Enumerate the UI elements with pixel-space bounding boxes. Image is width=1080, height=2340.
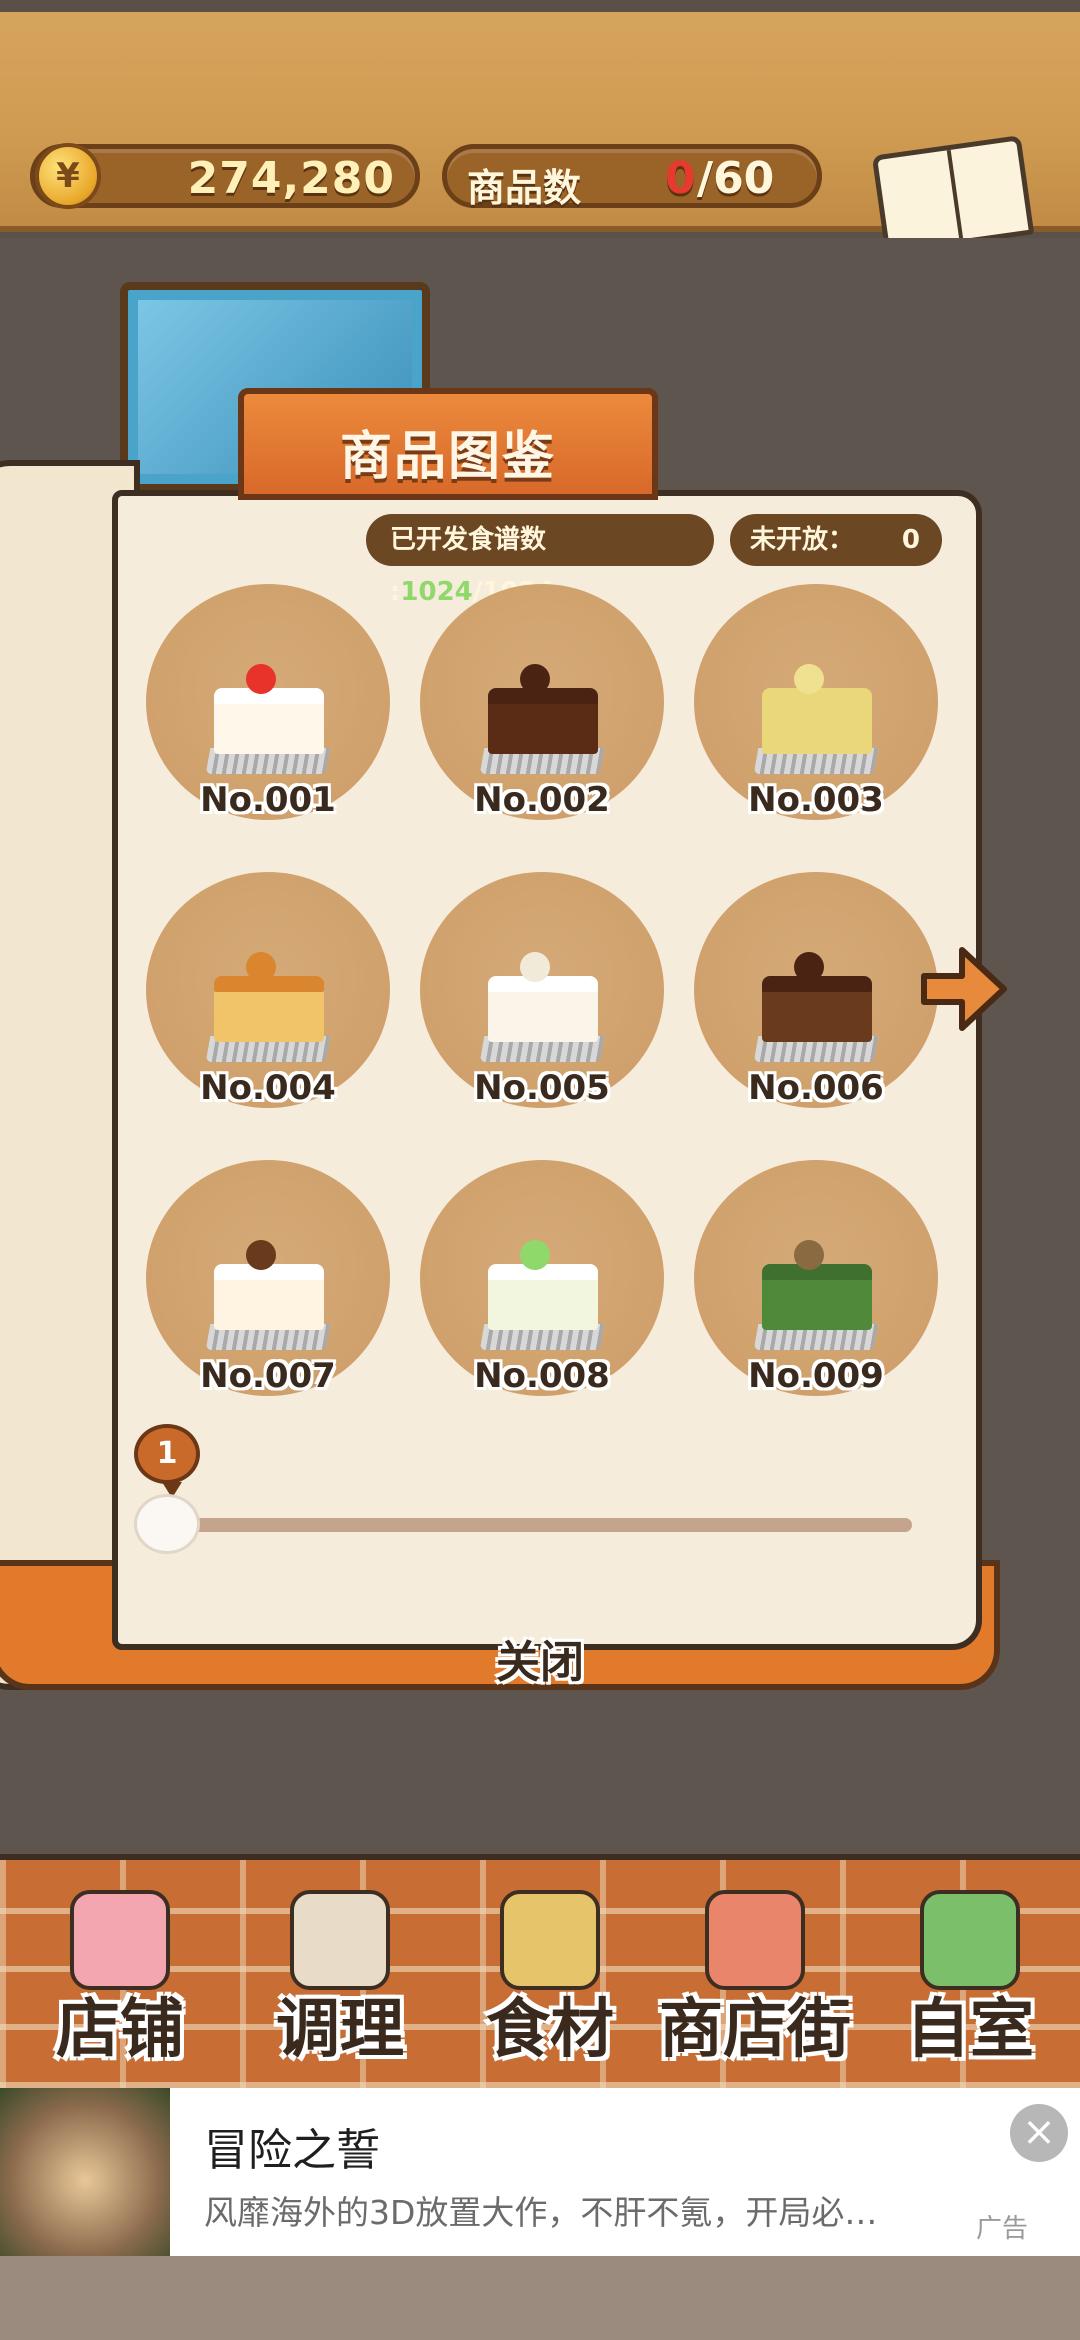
ad-description[interactable]: 风靡海外的3D放置大作，不肝不氪，开局必… <box>204 2186 924 2234</box>
goods-max: /60 <box>697 153 775 204</box>
staff-only-sign-icon <box>920 1890 1020 1990</box>
strawberry-shortcake-icon <box>205 664 331 774</box>
product-slot[interactable]: No.006 <box>694 872 938 1132</box>
ad-thumbnail[interactable] <box>0 2088 170 2256</box>
bottom-strip <box>0 2256 1080 2340</box>
coin-icon: ¥ <box>35 143 101 209</box>
product-slot[interactable]: No.007 <box>146 1160 390 1420</box>
goods-count: 0 <box>665 153 696 204</box>
product-number: No.004 <box>200 1068 336 1108</box>
chocolate-cheesecake-icon <box>753 952 879 1062</box>
close-button[interactable]: 关闭 <box>470 1626 610 1688</box>
melon-shortcake-icon <box>479 1240 605 1350</box>
product-slot[interactable]: No.003 <box>694 584 938 844</box>
product-slot[interactable]: No.001 <box>146 584 390 844</box>
product-slot[interactable]: No.008 <box>420 1160 664 1420</box>
money-value: 274,280 <box>187 153 395 204</box>
product-number: No.007 <box>200 1356 336 1396</box>
catalog-title-tab: 商品图鉴 <box>238 388 658 500</box>
cake-icon <box>70 1890 170 1990</box>
page-number-bubble: 1 <box>134 1424 200 1498</box>
nav-label: 商店街 <box>659 1993 851 2067</box>
product-number: No.009 <box>748 1356 884 1396</box>
page-slider-thumb[interactable] <box>134 1494 200 1554</box>
nav-label: 调理 <box>276 1993 404 2067</box>
product-number: No.002 <box>474 780 610 820</box>
product-number: No.008 <box>474 1356 610 1396</box>
page-slider-track[interactable] <box>168 1518 912 1532</box>
unlocked-recipes-stat: 已开发食谱数 :1024/1024 <box>366 514 714 607</box>
flour-bag-icon <box>500 1890 600 1990</box>
nav-label: 食材 <box>486 1993 614 2067</box>
goods-label: 商品数 <box>467 166 582 210</box>
mixing-bowl-icon <box>290 1890 390 1990</box>
matcha-cake-icon <box>753 1240 879 1350</box>
nav-item-4[interactable]: 商店街 <box>640 1870 870 2080</box>
product-slot[interactable]: No.005 <box>420 872 664 1132</box>
next-page-arrow-icon[interactable] <box>918 942 1008 1036</box>
product-slot[interactable]: No.002 <box>420 584 664 844</box>
unopened-label: 未开放： <box>750 525 855 555</box>
chestnut-shortcake-icon <box>205 1240 331 1350</box>
nav-label: 店铺 <box>56 1993 184 2067</box>
ad-close-icon[interactable]: × <box>1010 2104 1068 2162</box>
product-number: No.006 <box>748 1068 884 1108</box>
catalog-title: 商品图鉴 <box>339 427 556 487</box>
rare-cheesecake-icon <box>479 952 605 1062</box>
product-number: No.003 <box>748 780 884 820</box>
unopened-stat: 未开放： 0 <box>730 514 942 566</box>
chocolate-cake-icon <box>479 664 605 774</box>
nav-item-1[interactable]: 店铺 <box>40 1870 200 2080</box>
ad-banner[interactable]: 冒险之誓 风靡海外的3D放置大作，不肝不氪，开局必… × 广告 <box>0 2088 1080 2256</box>
product-slot[interactable]: No.009 <box>694 1160 938 1420</box>
product-number: No.001 <box>200 780 336 820</box>
baked-cheesecake-icon <box>205 952 331 1062</box>
ad-tag: 广告 <box>976 2214 1029 2244</box>
nav-item-3[interactable]: 食材 <box>470 1870 630 2080</box>
nav-item-2[interactable]: 调理 <box>250 1870 430 2080</box>
money-display: ¥ 274,280 <box>30 143 420 209</box>
goods-count-display: 商品数 0 /60 <box>442 144 822 210</box>
dome-cake-icon <box>753 664 879 774</box>
ad-title[interactable]: 冒险之誓 <box>204 2114 380 2178</box>
product-slot[interactable]: No.004 <box>146 872 390 1132</box>
nav-label: 自室 <box>906 1993 1034 2067</box>
product-number: No.005 <box>474 1068 610 1108</box>
nav-item-5[interactable]: 自室 <box>880 1870 1060 2080</box>
shop-icon <box>705 1890 805 1990</box>
unopened-value: 0 <box>901 525 920 555</box>
